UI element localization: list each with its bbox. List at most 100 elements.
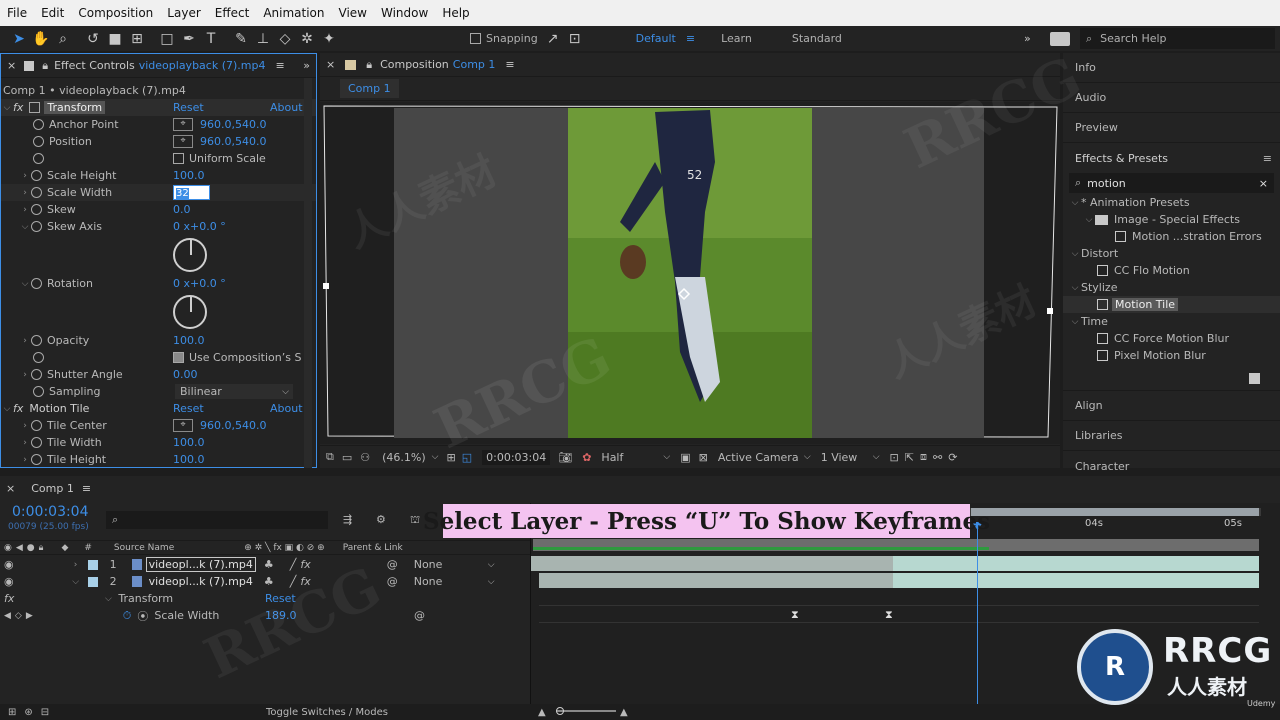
lock-icon[interactable]: 🔒︎	[42, 59, 48, 73]
scale-height-value[interactable]: 100.0	[173, 169, 205, 182]
quality-switch-icon[interactable]: ╱	[290, 558, 297, 571]
brush-tool-icon[interactable]: ✎	[230, 29, 252, 49]
chevron-down-icon[interactable]: ⌵	[102, 594, 114, 604]
layout-icon[interactable]: ⊡	[890, 451, 899, 464]
monitor-icon[interactable]: ▭	[342, 451, 352, 464]
effects-presets-header[interactable]: Effects & Presets ≡	[1063, 143, 1280, 173]
next-keyframe-icon[interactable]: ▶	[26, 611, 33, 621]
visibility-eye-icon[interactable]: ◉	[4, 558, 14, 571]
panel-menu-icon[interactable]: ≡	[275, 59, 284, 72]
stopwatch-icon[interactable]	[31, 187, 42, 198]
layer-name[interactable]: videopl...k (7).mp4	[145, 557, 256, 572]
tree-item-cc-force-motion-blur[interactable]: CC Force Motion Blur	[1063, 330, 1280, 347]
always-preview-icon[interactable]: ⧉	[326, 450, 334, 464]
rectangle-tool-icon[interactable]: □	[156, 29, 178, 49]
workspace-menu-icon[interactable]: ≡	[686, 32, 695, 45]
shutter-angle-value[interactable]: 0.00	[173, 368, 198, 381]
chevron-right-icon[interactable]: ›	[19, 438, 31, 448]
shy-layers-icon[interactable]: ⛫	[410, 513, 420, 528]
resolution-dropdown[interactable]: Half	[601, 451, 663, 464]
effect-motion-tile-row[interactable]: ⌵ fx Motion Tile Reset About	[1, 400, 316, 417]
menu-window[interactable]: Window	[374, 6, 435, 20]
chevron-right-icon[interactable]: ›	[19, 188, 31, 198]
menu-file[interactable]: File	[0, 6, 34, 20]
parent-dropdown[interactable]: None	[414, 558, 488, 571]
tile-center-value[interactable]: 960.0,540.0	[200, 419, 266, 432]
label-color-icon[interactable]	[87, 559, 98, 570]
add-keyframe-icon[interactable]: ◇	[15, 611, 22, 621]
layer-2-bar[interactable]	[539, 573, 1259, 588]
fx-icon[interactable]: fx	[13, 402, 23, 415]
clear-search-icon[interactable]: ×	[1259, 177, 1268, 190]
motion-tile-reset-link[interactable]: Reset	[173, 402, 204, 415]
camera-tool-icon[interactable]: ■	[104, 29, 126, 49]
export-frame-icon[interactable]: ⇱	[905, 451, 914, 464]
stopwatch-icon[interactable]	[31, 420, 42, 431]
zoom-out-icon[interactable]: ▲	[538, 707, 546, 718]
menu-animation[interactable]: Animation	[256, 6, 331, 20]
pen-tool-icon[interactable]: ✒	[178, 29, 200, 49]
new-bin-icon[interactable]	[1249, 373, 1260, 384]
stopwatch-icon[interactable]	[33, 386, 44, 397]
work-area-bar[interactable]	[533, 539, 1259, 551]
stopwatch-icon[interactable]	[33, 352, 44, 363]
viewer-timecode[interactable]: 0:00:03:04	[482, 449, 551, 465]
pan-behind-tool-icon[interactable]: ⊞	[126, 29, 148, 49]
scale-width-property-row[interactable]: ◀ ◇ ▶ ⏱︎ ⦿ Scale Width 189.0 @	[0, 607, 530, 624]
workspace-default[interactable]: Default	[636, 32, 676, 45]
zoom-tool-icon[interactable]: ⌕	[52, 29, 74, 49]
fx-icon[interactable]: fx	[13, 101, 23, 114]
position-value[interactable]: 960.0,540.0	[200, 135, 266, 148]
selection-tool-icon[interactable]: ➤	[8, 29, 30, 49]
camera-dropdown[interactable]: Active Camera	[718, 451, 804, 464]
mask-icon[interactable]: ⚇	[360, 451, 370, 464]
chevron-down-icon[interactable]: ⌵	[663, 452, 670, 462]
tree-item-stylize[interactable]: ⌵ Stylize	[1063, 279, 1280, 296]
panel-menu-icon[interactable]: ≡	[82, 482, 91, 495]
draft-3d-icon[interactable]: ⚙	[376, 513, 386, 526]
camera-snapshot-icon[interactable]: 📷︎	[558, 451, 572, 464]
menu-view[interactable]: View	[332, 6, 374, 20]
flowchart-icon[interactable]: ⚯	[933, 451, 942, 464]
puppet-tool-icon[interactable]: ✦	[318, 29, 340, 49]
chevron-right-icon[interactable]: ›	[19, 171, 31, 181]
audio-panel-header[interactable]: Audio	[1063, 83, 1280, 113]
shy-switch-icon[interactable]: ♣	[264, 575, 274, 588]
toggle-graph-icon[interactable]: ⊟	[41, 707, 49, 718]
skew-axis-dial[interactable]	[173, 238, 207, 272]
transform-about-link[interactable]: About	[270, 101, 303, 114]
pickwhip-icon[interactable]: @	[387, 575, 398, 588]
region-of-interest-icon[interactable]: ▣	[680, 451, 690, 464]
stopwatch-icon[interactable]	[31, 278, 42, 289]
graph-icon[interactable]: ⦿	[137, 608, 148, 624]
panel-menu-icon[interactable]: ≡	[1263, 152, 1272, 165]
region-icon[interactable]: ◱	[462, 451, 472, 464]
tree-item-pixel-motion-blur[interactable]: Pixel Motion Blur	[1063, 347, 1280, 364]
transform-reset-link[interactable]: Reset	[265, 592, 296, 605]
opacity-value[interactable]: 100.0	[173, 334, 205, 347]
panel-menu-icon[interactable]: ≡	[505, 58, 514, 71]
stopwatch-icon[interactable]	[31, 437, 42, 448]
effect-switch-icon[interactable]: fx	[300, 558, 310, 571]
tree-item-motion-tile[interactable]: Motion Tile	[1063, 296, 1280, 313]
zoom-slider-thumb[interactable]	[556, 707, 564, 715]
scrollbar[interactable]	[304, 78, 312, 468]
eraser-tool-icon[interactable]: ◇	[274, 29, 296, 49]
chevron-down-icon[interactable]: ⌵	[488, 560, 495, 570]
chevron-right-icon[interactable]: ›	[70, 560, 82, 570]
transform-group-row[interactable]: fx ⌵ Transform Reset	[0, 590, 530, 607]
stopwatch-icon[interactable]	[33, 136, 44, 147]
composition-comp-name[interactable]: Comp 1	[453, 58, 496, 71]
comp-mini-flowchart-icon[interactable]: ⇶	[343, 513, 352, 526]
toggle-switches-modes-button[interactable]: Toggle Switches / Modes	[266, 707, 388, 718]
menu-layer[interactable]: Layer	[160, 6, 207, 20]
composition-tab[interactable]: × 🔒︎ Composition Comp 1 ≡	[320, 53, 1060, 77]
use-comp-shutter-checkbox[interactable]	[173, 352, 184, 363]
stopwatch-icon[interactable]	[31, 170, 42, 181]
fast-preview-icon[interactable]: ⟳	[948, 451, 957, 464]
parent-link-header[interactable]: Parent & Link	[343, 543, 403, 553]
prev-keyframe-icon[interactable]: ◀	[4, 611, 11, 621]
chevron-down-icon[interactable]: ⌵	[70, 577, 82, 587]
skew-axis-value[interactable]: 0 x+0.0 °	[173, 220, 226, 233]
stopwatch-icon[interactable]	[31, 335, 42, 346]
